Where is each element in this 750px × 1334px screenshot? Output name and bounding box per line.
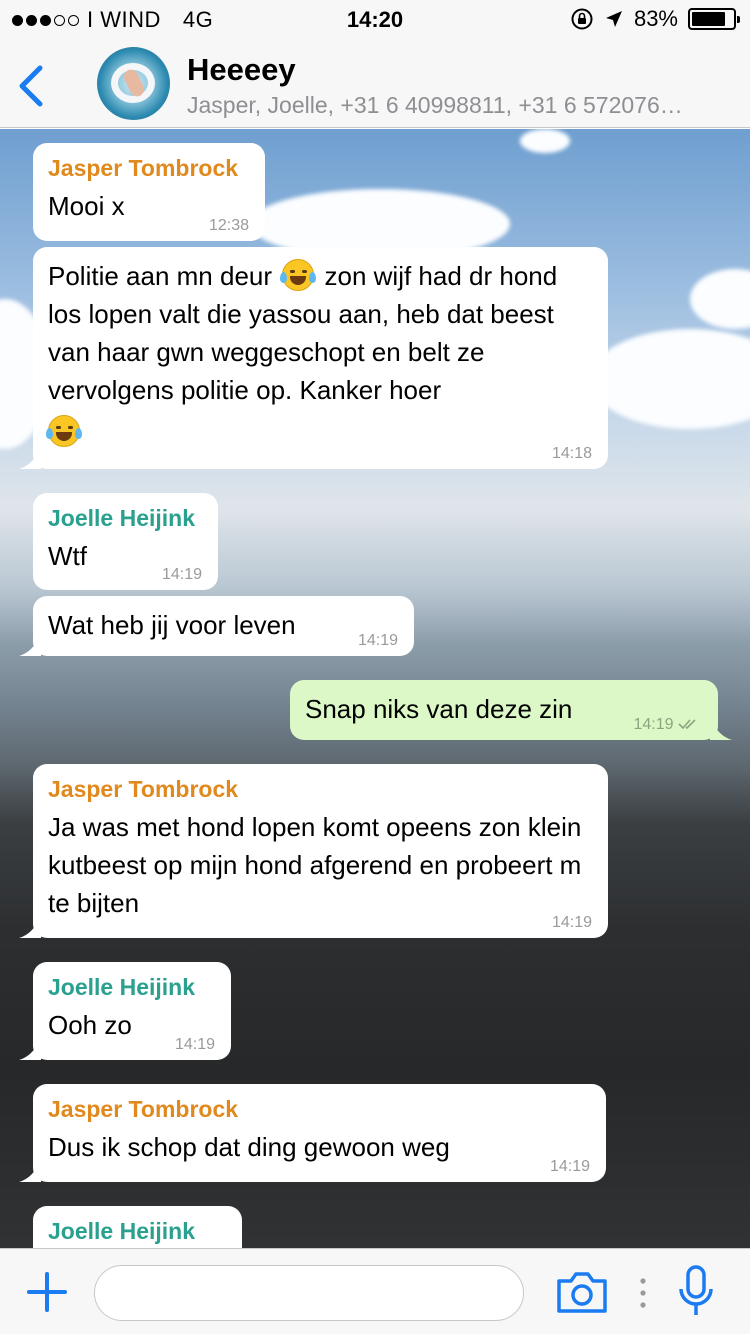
battery-icon [688, 8, 740, 30]
camera-button[interactable] [555, 1269, 609, 1315]
chat-participants[interactable]: Jasper, Joelle, +31 6 40998811, +31 6 57… [187, 92, 732, 119]
status-right: 83% [570, 6, 740, 32]
group-avatar[interactable] [97, 47, 170, 120]
message-time: 14:19 [357, 632, 398, 649]
message-bubble-outgoing[interactable]: Snap niks van deze zin 14:19 [290, 680, 732, 740]
rotation-lock-icon [571, 8, 593, 30]
attach-button[interactable] [24, 1269, 70, 1315]
camera-icon [557, 1272, 607, 1313]
message-bubble[interactable]: Jasper Tombrock Mooi x 12:38 [33, 143, 265, 241]
wallpaper-cloud [520, 129, 570, 153]
microphone-icon [679, 1265, 713, 1315]
message-bubble[interactable]: Joelle Heijink Ooh zo 14:19 [19, 962, 231, 1060]
message-time: 12:38 [208, 217, 249, 234]
bubble-tail [710, 718, 732, 740]
plus-icon [27, 1272, 67, 1312]
tears-of-joy-emoji-icon [280, 259, 317, 291]
sender-name: Jasper Tombrock [48, 776, 239, 802]
message-bubble[interactable]: Joelle Heijink [33, 1206, 242, 1248]
read-receipt-icon [678, 719, 696, 730]
wallpaper-cloud [590, 329, 750, 429]
battery-fill [692, 12, 726, 26]
back-button[interactable] [10, 56, 60, 112]
sender-name: Joelle Heijink [48, 974, 196, 1000]
sender-name: Jasper Tombrock [48, 1096, 239, 1122]
bubble-tail [19, 1160, 41, 1182]
bubble-tail [19, 1038, 41, 1060]
bubble-tail [19, 916, 41, 938]
message-time: 14:19 [551, 914, 592, 931]
message-bubble[interactable]: Politie aan mn deur zon wijf had dr hond… [19, 247, 608, 469]
message-time: 14:18 [551, 445, 592, 462]
battery-percent: 83% [633, 6, 678, 31]
input-bar [0, 1248, 750, 1334]
message-text: Dus ik schop dat ding gewoon weg [48, 1132, 450, 1162]
message-text: Politie aan mn deur zon wijf had dr hond… [48, 257, 594, 409]
sender-name: Joelle Heijink [48, 505, 196, 531]
message-time-label: 14:19 [633, 716, 674, 733]
sender-name: Joelle Heijink [48, 1218, 196, 1244]
message-text: Wat heb jij voor leven [48, 610, 296, 640]
message-bubble[interactable]: Joelle Heijink Wtf 14:19 [33, 493, 218, 590]
message-input[interactable] [94, 1265, 524, 1321]
sender-name: Jasper Tombrock [48, 155, 239, 181]
microphone-button[interactable] [678, 1263, 714, 1321]
chat-area[interactable]: Jasper Tombrock Mooi x 12:38 Politie aan… [0, 129, 750, 1248]
bubble-tail [19, 634, 41, 656]
message-time: 14:19 [549, 1158, 590, 1175]
emoji-line [46, 409, 594, 453]
chat-title[interactable]: Heeeey [187, 52, 296, 88]
more-dots-icon [640, 1278, 646, 1308]
message-time: 14:19 [634, 716, 701, 734]
location-arrow-icon [605, 11, 622, 27]
bubble-tail [19, 447, 41, 469]
more-options-button[interactable] [636, 1273, 650, 1313]
message-bubble[interactable]: Jasper Tombrock Dus ik schop dat ding ge… [19, 1084, 606, 1182]
message-time: 14:19 [161, 566, 202, 583]
message-bubble[interactable]: Wat heb jij voor leven 14:19 [19, 596, 414, 656]
message-bubble[interactable]: Jasper Tombrock Ja was met hond lopen ko… [19, 764, 608, 938]
chat-header: Heeeey Jasper, Joelle, +31 6 40998811, +… [0, 40, 750, 128]
tears-of-joy-emoji-icon [46, 415, 82, 447]
message-text-part: Politie aan mn deur [48, 261, 273, 291]
chevron-left-icon [19, 65, 43, 107]
message-text: Ja was met hond lopen komt opeens zon kl… [48, 812, 582, 918]
wallpaper-cloud [690, 269, 750, 329]
status-bar: I WIND 4G 14:20 83% [0, 0, 750, 40]
message-time: 14:19 [174, 1036, 215, 1053]
